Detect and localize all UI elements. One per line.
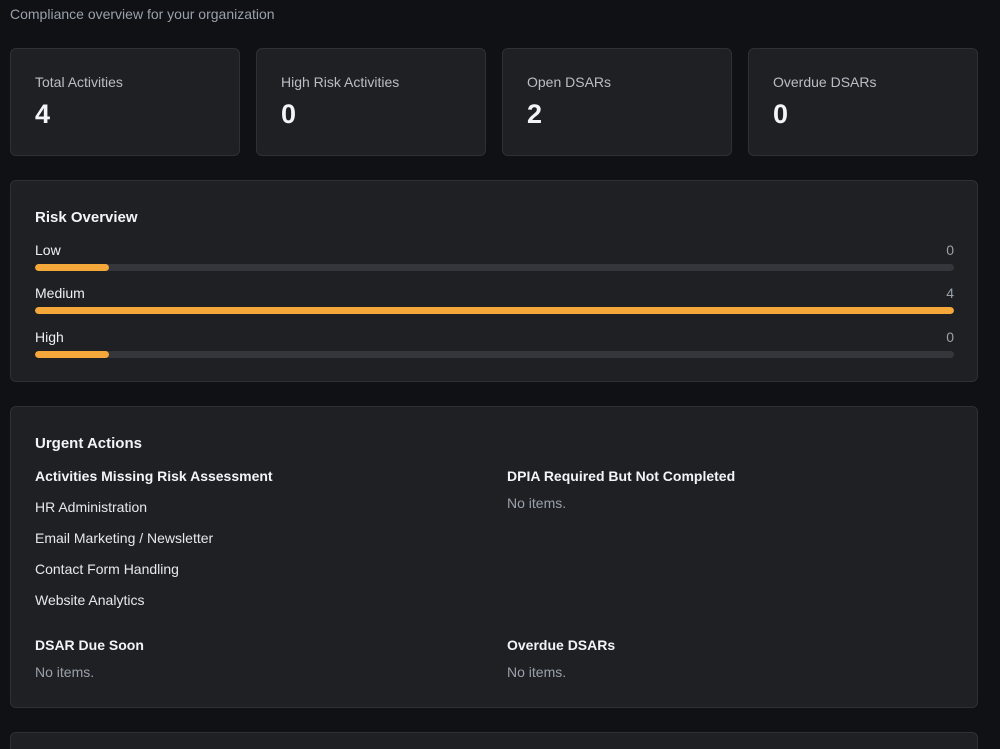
activity-link[interactable]: Website Analytics [35,592,273,608]
risk-progress-track [35,351,954,358]
page-subtitle: Compliance overview for your organizatio… [10,6,275,22]
dpia-required-section: DPIA Required But Not Completed No items… [507,468,735,511]
stat-label: High Risk Activities [281,74,400,90]
risk-count: 4 [946,285,954,301]
risk-progress-track [35,307,954,314]
overdue-dsars-heading: Overdue DSARs [507,637,616,653]
stat-card-total-activities: Total Activities 4 [10,48,240,156]
overdue-dsars-section: Overdue DSARs No items. [507,637,615,680]
compliance-dashboard: Compliance overview for your organizatio… [0,0,1000,749]
risk-row-high: High 0 [35,329,954,359]
stat-card-overdue-dsars: Overdue DSARs 0 [748,48,978,156]
risk-overview-title: Risk Overview [35,209,138,226]
empty-state-text: No items. [507,664,567,680]
risk-overview-card: Risk Overview Low 0 Medium 4 High 0 [10,180,978,382]
dsar-due-soon-heading: DSAR Due Soon [35,637,144,653]
risk-row-medium: Medium 4 [35,285,954,315]
risk-progress-track [35,264,954,271]
risk-progress-fill [35,307,954,314]
activity-link[interactable]: HR Administration [35,499,273,515]
dpia-required-heading: DPIA Required But Not Completed [507,468,736,484]
activity-link[interactable]: Contact Form Handling [35,561,273,577]
stat-label: Total Activities [35,74,123,90]
stat-value: 4 [35,99,51,129]
risk-progress-fill [35,264,109,271]
stat-label: Open DSARs [527,74,612,90]
missing-risk-assessment-heading: Activities Missing Risk Assessment [35,468,273,484]
stat-value: 0 [773,99,789,129]
dsar-due-soon-section: DSAR Due Soon No items. [35,637,144,680]
missing-risk-assessment-section: Activities Missing Risk Assessment HR Ad… [35,468,273,608]
risk-progress-fill [35,351,109,358]
urgent-actions-card: Urgent Actions Activities Missing Risk A… [10,406,978,708]
risk-count: 0 [946,329,954,345]
risk-label: Low [35,242,61,258]
urgent-actions-title: Urgent Actions [35,435,142,452]
risk-row-low: Low 0 [35,242,954,272]
stat-card-high-risk-activities: High Risk Activities 0 [256,48,486,156]
activity-link[interactable]: Email Marketing / Newsletter [35,530,273,546]
empty-state-text: No items. [35,664,95,680]
stat-label: Overdue DSARs [773,74,877,90]
stat-value: 0 [281,99,297,129]
next-section-card [10,732,978,749]
risk-label: High [35,329,64,345]
stat-value: 2 [527,99,543,129]
empty-state-text: No items. [507,495,567,511]
risk-label: Medium [35,285,85,301]
risk-count: 0 [946,242,954,258]
stat-card-open-dsars: Open DSARs 2 [502,48,732,156]
